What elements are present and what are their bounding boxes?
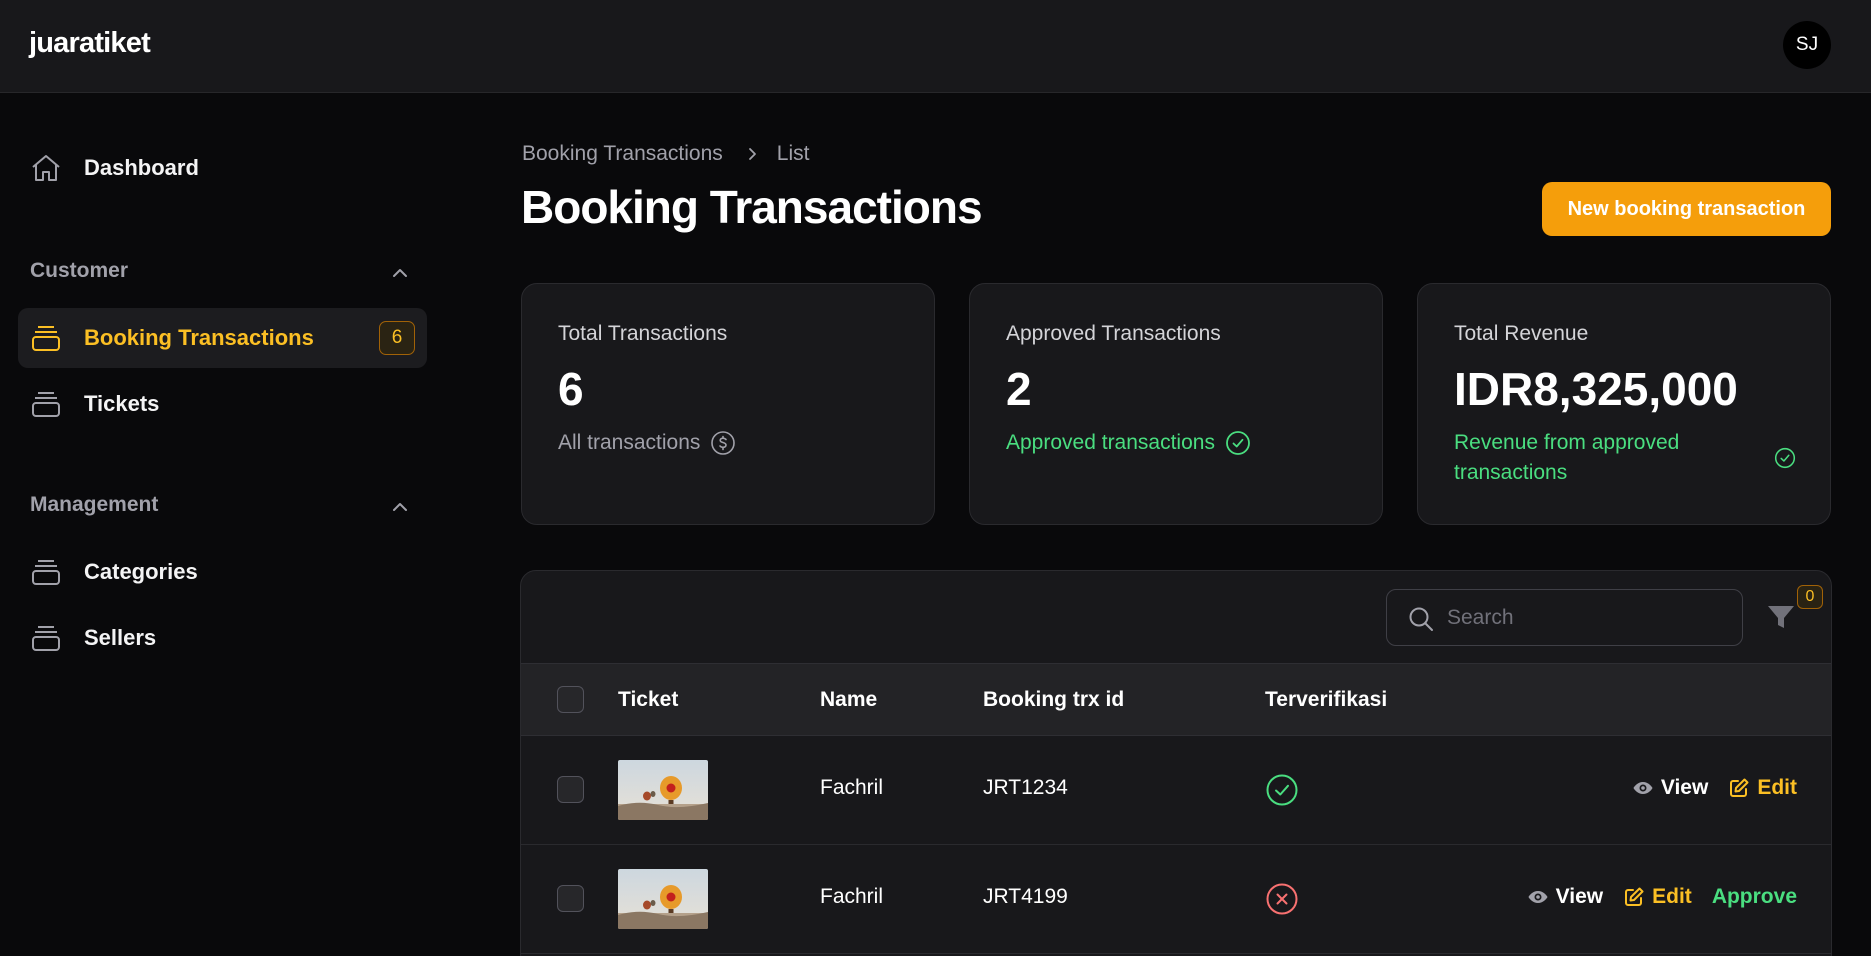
sidebar-item-sellers[interactable]: Sellers bbox=[18, 608, 427, 668]
verified-check-icon bbox=[1266, 774, 1298, 806]
check-circle-icon bbox=[1226, 431, 1250, 455]
sidebar-item-label: Dashboard bbox=[84, 155, 199, 180]
breadcrumb-link[interactable]: Booking Transactions bbox=[522, 142, 723, 166]
stat-description-text: Approved transactions bbox=[1006, 431, 1215, 454]
stack-icon bbox=[32, 560, 60, 585]
breadcrumb: Booking Transactions List bbox=[522, 142, 809, 166]
brand-logo[interactable]: juaratiket bbox=[29, 27, 151, 60]
column-header-ticket[interactable]: Ticket bbox=[618, 688, 678, 712]
column-header-booking-trx-id[interactable]: Booking trx id bbox=[983, 688, 1124, 712]
stat-description: All transactions bbox=[558, 428, 736, 458]
chevron-up-icon[interactable] bbox=[390, 263, 410, 283]
view-label: View bbox=[1660, 776, 1709, 799]
row-actions: View Edit Approve bbox=[1527, 885, 1797, 909]
group-label-customer: Customer bbox=[30, 259, 129, 282]
view-label: View bbox=[1555, 885, 1604, 908]
group-label-management: Management bbox=[30, 493, 159, 516]
edit-icon bbox=[1625, 887, 1644, 906]
chevron-right-icon bbox=[748, 148, 756, 160]
cell-name: Fachril bbox=[820, 776, 884, 799]
stack-icon bbox=[32, 326, 60, 351]
stat-value: 6 bbox=[558, 363, 584, 415]
filter-count-badge: 0 bbox=[1797, 585, 1823, 609]
stat-label: Approved Transactions bbox=[1006, 322, 1221, 345]
dollar-circle-icon bbox=[711, 431, 736, 455]
ticket-thumbnail bbox=[618, 760, 708, 820]
user-avatar[interactable]: SJ bbox=[1783, 21, 1831, 69]
sidebar: Dashboard Customer Booking Transactions … bbox=[0, 93, 440, 956]
row-checkbox[interactable] bbox=[557, 885, 584, 912]
sidebar-item-dashboard[interactable]: Dashboard bbox=[18, 138, 427, 198]
column-header-name[interactable]: Name bbox=[820, 688, 877, 712]
row-checkbox[interactable] bbox=[557, 776, 584, 803]
ticket-thumbnail bbox=[618, 869, 708, 929]
eye-icon bbox=[1633, 782, 1653, 794]
sidebar-item-label: Booking Transactions bbox=[84, 325, 314, 350]
stat-label: Total Revenue bbox=[1454, 322, 1589, 345]
eye-icon bbox=[1528, 891, 1548, 903]
stat-description-text: All transactions bbox=[558, 431, 701, 454]
sidebar-item-label: Sellers bbox=[84, 625, 157, 650]
edit-button[interactable]: Edit bbox=[1728, 776, 1797, 800]
search-input[interactable] bbox=[1447, 590, 1727, 645]
approve-button[interactable]: Approve bbox=[1712, 885, 1797, 909]
edit-icon bbox=[1730, 778, 1749, 797]
sidebar-item-booking-transactions[interactable]: Booking Transactions 6 bbox=[18, 308, 427, 368]
check-circle-icon bbox=[1774, 447, 1796, 469]
stack-icon bbox=[32, 626, 60, 651]
edit-button[interactable]: Edit bbox=[1623, 885, 1692, 909]
table-row[interactable]: Fachril JRT1234 View Edit bbox=[521, 736, 1831, 845]
sidebar-item-label: Tickets bbox=[84, 391, 160, 416]
count-badge: 6 bbox=[379, 321, 415, 355]
breadcrumb-current: List bbox=[776, 142, 810, 165]
stat-value: 2 bbox=[1006, 363, 1032, 415]
column-header-terverifikasi[interactable]: Terverifikasi bbox=[1265, 688, 1387, 712]
sidebar-item-categories[interactable]: Categories bbox=[18, 542, 427, 602]
cell-booking-trx-id: JRT4199 bbox=[983, 885, 1068, 908]
select-all-checkbox[interactable] bbox=[557, 686, 584, 713]
stat-card-total-revenue: Total Revenue IDR8,325,000 Revenue from … bbox=[1417, 283, 1831, 525]
stack-icon bbox=[32, 392, 60, 417]
table-row[interactable]: Fachril JRT4199 View Edit Approve bbox=[521, 845, 1831, 954]
view-button[interactable]: View bbox=[1632, 776, 1708, 800]
search-icon bbox=[1409, 607, 1433, 631]
edit-label: Edit bbox=[1757, 776, 1797, 799]
stat-description: Approved transactions bbox=[1006, 428, 1251, 458]
view-button[interactable]: View bbox=[1527, 885, 1603, 909]
stat-card-approved-transactions: Approved Transactions 2 Approved transac… bbox=[969, 283, 1383, 525]
new-booking-transaction-button[interactable]: New booking transaction bbox=[1542, 182, 1831, 236]
row-actions: View Edit bbox=[1632, 776, 1797, 800]
cell-name: Fachril bbox=[820, 885, 884, 908]
stat-description-text: Revenue from approved transactions bbox=[1454, 431, 1680, 484]
top-bar: juaratiket SJ bbox=[0, 0, 1871, 93]
unverified-x-icon bbox=[1266, 883, 1298, 915]
cell-booking-trx-id: JRT1234 bbox=[983, 776, 1068, 799]
stat-card-total-transactions: Total Transactions 6 All transactions bbox=[521, 283, 935, 525]
sidebar-item-label: Categories bbox=[84, 559, 198, 584]
table-header: Ticket Name Booking trx id Terverifikasi bbox=[521, 663, 1831, 736]
transactions-table: 0 Ticket Name Booking trx id Terverifika… bbox=[520, 570, 1832, 956]
edit-label: Edit bbox=[1652, 885, 1692, 908]
approve-label: Approve bbox=[1711, 885, 1797, 908]
home-icon bbox=[32, 155, 60, 181]
search-box[interactable] bbox=[1386, 589, 1743, 646]
filter-icon[interactable] bbox=[1765, 601, 1797, 633]
stat-label: Total Transactions bbox=[558, 322, 728, 345]
sidebar-item-tickets[interactable]: Tickets bbox=[18, 374, 427, 434]
stat-value: IDR8,325,000 bbox=[1454, 363, 1738, 415]
page-title: Booking Transactions bbox=[521, 181, 983, 233]
stat-description: Revenue from approved transactions bbox=[1454, 428, 1796, 488]
chevron-up-icon[interactable] bbox=[390, 497, 410, 517]
